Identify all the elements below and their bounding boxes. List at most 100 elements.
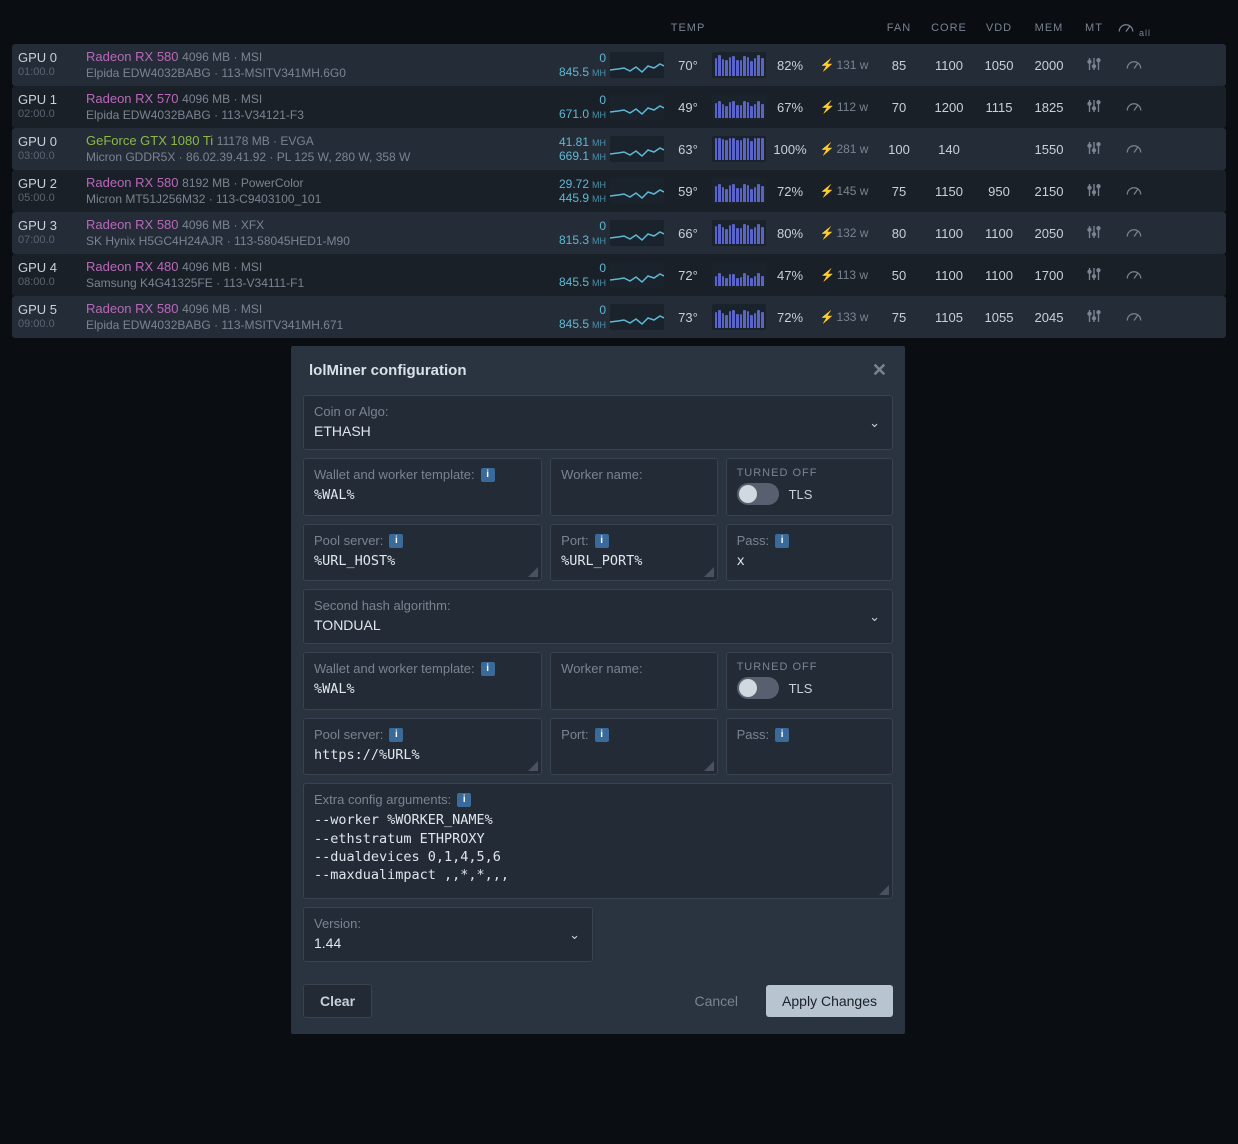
tls-toggle-block: TURNED OFF TLS xyxy=(726,458,893,516)
resize-handle[interactable] xyxy=(704,761,714,771)
modal-close-button[interactable]: ✕ xyxy=(872,360,887,381)
gpu-hashrate: 29.72MH445.9MH xyxy=(516,177,610,206)
gpu-power: ⚡145 w xyxy=(814,184,874,198)
info-icon[interactable]: i xyxy=(775,728,789,742)
gpu-core: 1100 xyxy=(924,226,974,241)
pass-value: x xyxy=(737,552,882,570)
pool-server-input[interactable]: Pool server:i %URL_HOST% xyxy=(303,524,542,581)
info-icon[interactable]: i xyxy=(389,728,403,742)
resize-handle[interactable] xyxy=(528,567,538,577)
temp-sparkline xyxy=(610,52,664,78)
tune-button[interactable] xyxy=(1074,223,1114,244)
temp-sparkline xyxy=(610,304,664,330)
modal-footer: Clear Cancel Apply Changes xyxy=(291,970,905,1018)
version-value: 1.44 xyxy=(314,935,582,951)
gpu-mem: 1550 xyxy=(1024,142,1074,157)
tune-button[interactable] xyxy=(1074,181,1114,202)
header-all[interactable]: all xyxy=(1114,18,1154,39)
tune-button[interactable] xyxy=(1074,97,1114,118)
gpu-vdd: 1050 xyxy=(974,58,1024,73)
gpu-id: GPU 408:00.0 xyxy=(18,260,86,290)
load-barchart xyxy=(712,94,766,120)
load-barchart xyxy=(712,136,766,162)
info-icon[interactable]: i xyxy=(775,534,789,548)
info-icon[interactable]: i xyxy=(481,468,495,482)
tune-button[interactable] xyxy=(1074,55,1114,76)
gpu-load: 72% xyxy=(766,184,814,199)
gpu-load: 67% xyxy=(766,100,814,115)
gpu-name: Radeon RX 580 4096 MB · MSIElpida EDW403… xyxy=(86,301,516,333)
tune-button[interactable] xyxy=(1074,307,1114,328)
pass2-input[interactable]: Pass:i xyxy=(726,718,893,775)
info-icon[interactable]: i xyxy=(595,728,609,742)
apply-button[interactable]: Apply Changes xyxy=(766,985,893,1017)
overclock-button[interactable] xyxy=(1114,223,1154,244)
resize-handle[interactable] xyxy=(879,885,889,895)
gpu-mem: 1825 xyxy=(1024,100,1074,115)
second-algo-select[interactable]: Second hash algorithm: TONDUAL ⌄ xyxy=(303,589,893,644)
extra-args-input[interactable]: Extra config arguments:i --worker %WORKE… xyxy=(303,783,893,899)
pass-input[interactable]: Pass:i x xyxy=(726,524,893,581)
wallet2-value: %WAL% xyxy=(314,680,531,698)
worker-name-input[interactable]: Worker name: xyxy=(550,458,717,516)
gpu-mem: 2000 xyxy=(1024,58,1074,73)
gpu-name: GeForce GTX 1080 Ti 11178 MB · EVGAMicro… xyxy=(86,133,516,165)
gpu-table: TEMP FAN CORE VDD MEM MT all GPU 001:00.… xyxy=(0,0,1238,342)
temp-sparkline xyxy=(610,220,664,246)
gpu-hashrate: 0845.5MH xyxy=(516,51,610,80)
gpu-row[interactable]: GPU 408:00.0Radeon RX 480 4096 MB · MSIS… xyxy=(12,254,1226,296)
gpu-header: TEMP FAN CORE VDD MEM MT all xyxy=(12,12,1226,44)
info-icon[interactable]: i xyxy=(457,793,471,807)
resize-handle[interactable] xyxy=(704,567,714,577)
gpu-name: Radeon RX 580 4096 MB · XFXSK Hynix H5GC… xyxy=(86,217,516,249)
gpu-row[interactable]: GPU 509:00.0Radeon RX 580 4096 MB · MSIE… xyxy=(12,296,1226,338)
wallet-template-input[interactable]: Wallet and worker template:i %WAL% xyxy=(303,458,542,516)
gpu-mem: 1700 xyxy=(1024,268,1074,283)
tls2-toggle[interactable] xyxy=(737,677,779,699)
header-mem: MEM xyxy=(1024,22,1074,34)
gpu-vdd: 950 xyxy=(974,184,1024,199)
gpu-row[interactable]: GPU 205:00.0Radeon RX 580 8192 MB · Powe… xyxy=(12,170,1226,212)
gpu-id: GPU 001:00.0 xyxy=(18,50,86,80)
temp-sparkline xyxy=(610,94,664,120)
tls2-toggle-block: TURNED OFF TLS xyxy=(726,652,893,710)
resize-handle[interactable] xyxy=(528,761,538,771)
gpu-row[interactable]: GPU 001:00.0Radeon RX 580 4096 MB · MSIE… xyxy=(12,44,1226,86)
gpu-power: ⚡113 w xyxy=(814,268,874,282)
info-icon[interactable]: i xyxy=(389,534,403,548)
tls-state-label: TURNED OFF xyxy=(737,467,882,479)
overclock-button[interactable] xyxy=(1114,97,1154,118)
cancel-button[interactable]: Cancel xyxy=(678,985,754,1017)
gpu-name: Radeon RX 580 8192 MB · PowerColorMicron… xyxy=(86,175,516,207)
wallet2-template-input[interactable]: Wallet and worker template:i %WAL% xyxy=(303,652,542,710)
pool2-server-input[interactable]: Pool server:i https://%URL% xyxy=(303,718,542,775)
bolt-icon: ⚡ xyxy=(820,184,835,198)
overclock-button[interactable] xyxy=(1114,55,1154,76)
info-icon[interactable]: i xyxy=(481,662,495,676)
gpu-hashrate: 41.81MH669.1MH xyxy=(516,135,610,164)
coin-algo-select[interactable]: Coin or Algo: ETHASH ⌄ xyxy=(303,395,893,450)
tls-toggle[interactable] xyxy=(737,483,779,505)
tune-button[interactable] xyxy=(1074,265,1114,286)
load-barchart xyxy=(712,304,766,330)
gpu-row[interactable]: GPU 003:00.0GeForce GTX 1080 Ti 11178 MB… xyxy=(12,128,1226,170)
bolt-icon: ⚡ xyxy=(820,310,835,324)
worker2-name-input[interactable]: Worker name: xyxy=(550,652,717,710)
gpu-temp: 72° xyxy=(664,268,712,283)
second-algo-value: TONDUAL xyxy=(314,617,882,633)
info-icon[interactable]: i xyxy=(595,534,609,548)
port-input[interactable]: Port:i %URL_PORT% xyxy=(550,524,717,581)
port2-input[interactable]: Port:i xyxy=(550,718,717,775)
gpu-row[interactable]: GPU 307:00.0Radeon RX 580 4096 MB · XFXS… xyxy=(12,212,1226,254)
gpu-fan: 70 xyxy=(874,100,924,115)
overclock-button[interactable] xyxy=(1114,265,1154,286)
tune-button[interactable] xyxy=(1074,139,1114,160)
overclock-button[interactable] xyxy=(1114,307,1154,328)
gpu-temp: 73° xyxy=(664,310,712,325)
gpu-row[interactable]: GPU 102:00.0Radeon RX 570 4096 MB · MSIE… xyxy=(12,86,1226,128)
gpu-load: 100% xyxy=(766,142,814,157)
clear-button[interactable]: Clear xyxy=(303,984,372,1018)
version-select[interactable]: Version: 1.44 ⌄ xyxy=(303,907,593,962)
overclock-button[interactable] xyxy=(1114,139,1154,160)
overclock-button[interactable] xyxy=(1114,181,1154,202)
